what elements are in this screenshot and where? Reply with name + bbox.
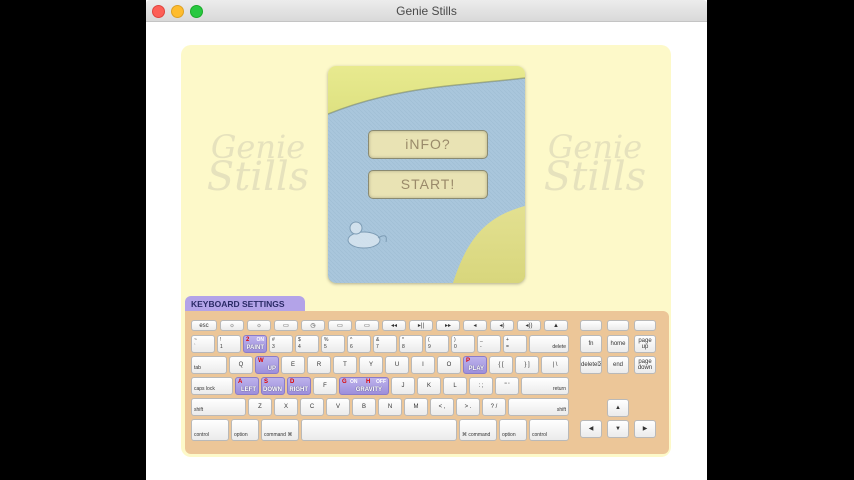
- key-i[interactable]: I: [411, 356, 435, 374]
- key-page-up[interactable]: page up: [634, 335, 656, 353]
- key-shift-right[interactable]: shift: [508, 398, 569, 416]
- key-space[interactable]: [301, 419, 457, 441]
- key-d-right[interactable]: D RIGHT: [287, 377, 311, 395]
- key-caps-lock[interactable]: caps lock: [191, 377, 233, 395]
- key-return[interactable]: return: [521, 377, 569, 395]
- key-9[interactable]: (9: [425, 335, 449, 353]
- key-command-left[interactable]: command ⌘: [261, 419, 299, 441]
- key-home[interactable]: home: [607, 335, 629, 353]
- key-u[interactable]: U: [385, 356, 409, 374]
- key-f8[interactable]: ▸||: [409, 320, 433, 331]
- key-forward-delete[interactable]: delete⌦: [580, 356, 602, 374]
- key-f6[interactable]: ▭: [355, 320, 379, 331]
- key-y[interactable]: Y: [359, 356, 383, 374]
- key-4[interactable]: $4: [295, 335, 319, 353]
- key-3[interactable]: #3: [269, 335, 293, 353]
- key-option-right[interactable]: option: [499, 419, 527, 441]
- key-f7[interactable]: ◂◂: [382, 320, 406, 331]
- app-window: Genie Stills Genie Stills Genie Stills i…: [146, 0, 707, 480]
- key-k[interactable]: K: [417, 377, 441, 395]
- key-delete[interactable]: delete: [529, 335, 569, 353]
- key-0[interactable]: ) 0: [451, 335, 475, 353]
- key-arrow-down[interactable]: ▼: [607, 420, 629, 438]
- key-arrow-left[interactable]: ◀: [580, 420, 602, 438]
- key-arrow-up[interactable]: ▲: [607, 399, 629, 417]
- key-l[interactable]: L: [443, 377, 467, 395]
- key-1[interactable]: ! 1: [217, 335, 241, 353]
- key-page-down[interactable]: page down: [634, 356, 656, 374]
- key-o[interactable]: O: [437, 356, 461, 374]
- watermark-line2: Stills: [543, 154, 647, 200]
- key-f4[interactable]: ◷: [301, 320, 325, 331]
- key-period[interactable]: > .: [456, 398, 480, 416]
- key-minus[interactable]: _ -: [477, 335, 501, 353]
- key-blank-3[interactable]: [634, 320, 656, 331]
- key-f10[interactable]: ◂: [463, 320, 487, 331]
- watermark-left: Genie Stills: [198, 131, 318, 200]
- key-equals[interactable]: + =: [503, 335, 527, 353]
- key-fn[interactable]: fn: [580, 335, 602, 353]
- key-blank-1[interactable]: [580, 320, 602, 331]
- key-a-left[interactable]: A LEFT: [235, 377, 259, 395]
- key-t[interactable]: T: [333, 356, 357, 374]
- key-blank-2[interactable]: [607, 320, 629, 331]
- key-e[interactable]: E: [281, 356, 305, 374]
- key-end[interactable]: end: [607, 356, 629, 374]
- key-backslash[interactable]: | \: [541, 356, 569, 374]
- main-menu-card: iNFO? START!: [328, 66, 525, 283]
- title-bar: Genie Stills: [146, 0, 707, 22]
- key-f1[interactable]: ☼: [220, 320, 244, 331]
- key-quote[interactable]: " ': [495, 377, 519, 395]
- key-c[interactable]: C: [300, 398, 324, 416]
- key-w-up[interactable]: W UP: [255, 356, 279, 374]
- key-option-left[interactable]: option: [231, 419, 259, 441]
- key-b[interactable]: B: [352, 398, 376, 416]
- key-comma[interactable]: < ,: [430, 398, 454, 416]
- key-q[interactable]: Q: [229, 356, 253, 374]
- watermark-right: Genie Stills: [535, 131, 655, 200]
- key-n[interactable]: N: [378, 398, 402, 416]
- key-esc[interactable]: esc: [191, 320, 217, 331]
- key-command-right[interactable]: ⌘ command: [459, 419, 497, 441]
- key-arrow-right[interactable]: ▶: [634, 420, 656, 438]
- key-f11[interactable]: ◂): [490, 320, 514, 331]
- key-7[interactable]: & 7: [373, 335, 397, 353]
- key-8[interactable]: * 8: [399, 335, 423, 353]
- key-m[interactable]: M: [404, 398, 428, 416]
- key-f2[interactable]: ☼: [247, 320, 271, 331]
- key-j[interactable]: J: [391, 377, 415, 395]
- key-f5[interactable]: ▭: [328, 320, 352, 331]
- key-6[interactable]: ^ 6: [347, 335, 371, 353]
- key-control-right[interactable]: control: [529, 419, 569, 441]
- key-left-bracket[interactable]: { [: [489, 356, 513, 374]
- key-semicolon[interactable]: : ;: [469, 377, 493, 395]
- key-5[interactable]: % 5: [321, 335, 345, 353]
- keyboard-settings-panel: KEYBOARD SETTINGS esc ☼ ☼ ▭ ◷ ▭ ▭ ◂◂ ▸||…: [185, 296, 669, 454]
- info-button[interactable]: iNFO?: [368, 130, 488, 159]
- key-shift-left[interactable]: shift: [191, 398, 246, 416]
- key-z[interactable]: Z: [248, 398, 272, 416]
- key-right-bracket[interactable]: } ]: [515, 356, 539, 374]
- key-s-down[interactable]: S DOWN: [261, 377, 285, 395]
- key-backtick[interactable]: ~ `: [191, 335, 215, 353]
- key-eject[interactable]: ▲: [544, 320, 568, 331]
- key-slash[interactable]: ? /: [482, 398, 506, 416]
- key-f[interactable]: F: [313, 377, 337, 395]
- window-title: Genie Stills: [396, 4, 457, 18]
- watermark-line2: Stills: [206, 154, 310, 200]
- key-2-paint[interactable]: 2 ON PAINT: [243, 335, 267, 353]
- key-x[interactable]: X: [274, 398, 298, 416]
- key-p-play[interactable]: P PLAY: [463, 356, 487, 374]
- key-f3[interactable]: ▭: [274, 320, 298, 331]
- key-tab[interactable]: tab: [191, 356, 227, 374]
- key-v[interactable]: V: [326, 398, 350, 416]
- keyboard-body: esc ☼ ☼ ▭ ◷ ▭ ▭ ◂◂ ▸|| ▸▸ ◂ ◂) ◂)) ▲ ~ ` …: [185, 311, 669, 454]
- key-gh-gravity[interactable]: G ON H OFF GRAVITY: [339, 377, 389, 395]
- start-button[interactable]: START!: [368, 170, 488, 199]
- key-f12[interactable]: ◂)): [517, 320, 541, 331]
- key-f9[interactable]: ▸▸: [436, 320, 460, 331]
- key-control-left[interactable]: control: [191, 419, 229, 441]
- key-r[interactable]: R: [307, 356, 331, 374]
